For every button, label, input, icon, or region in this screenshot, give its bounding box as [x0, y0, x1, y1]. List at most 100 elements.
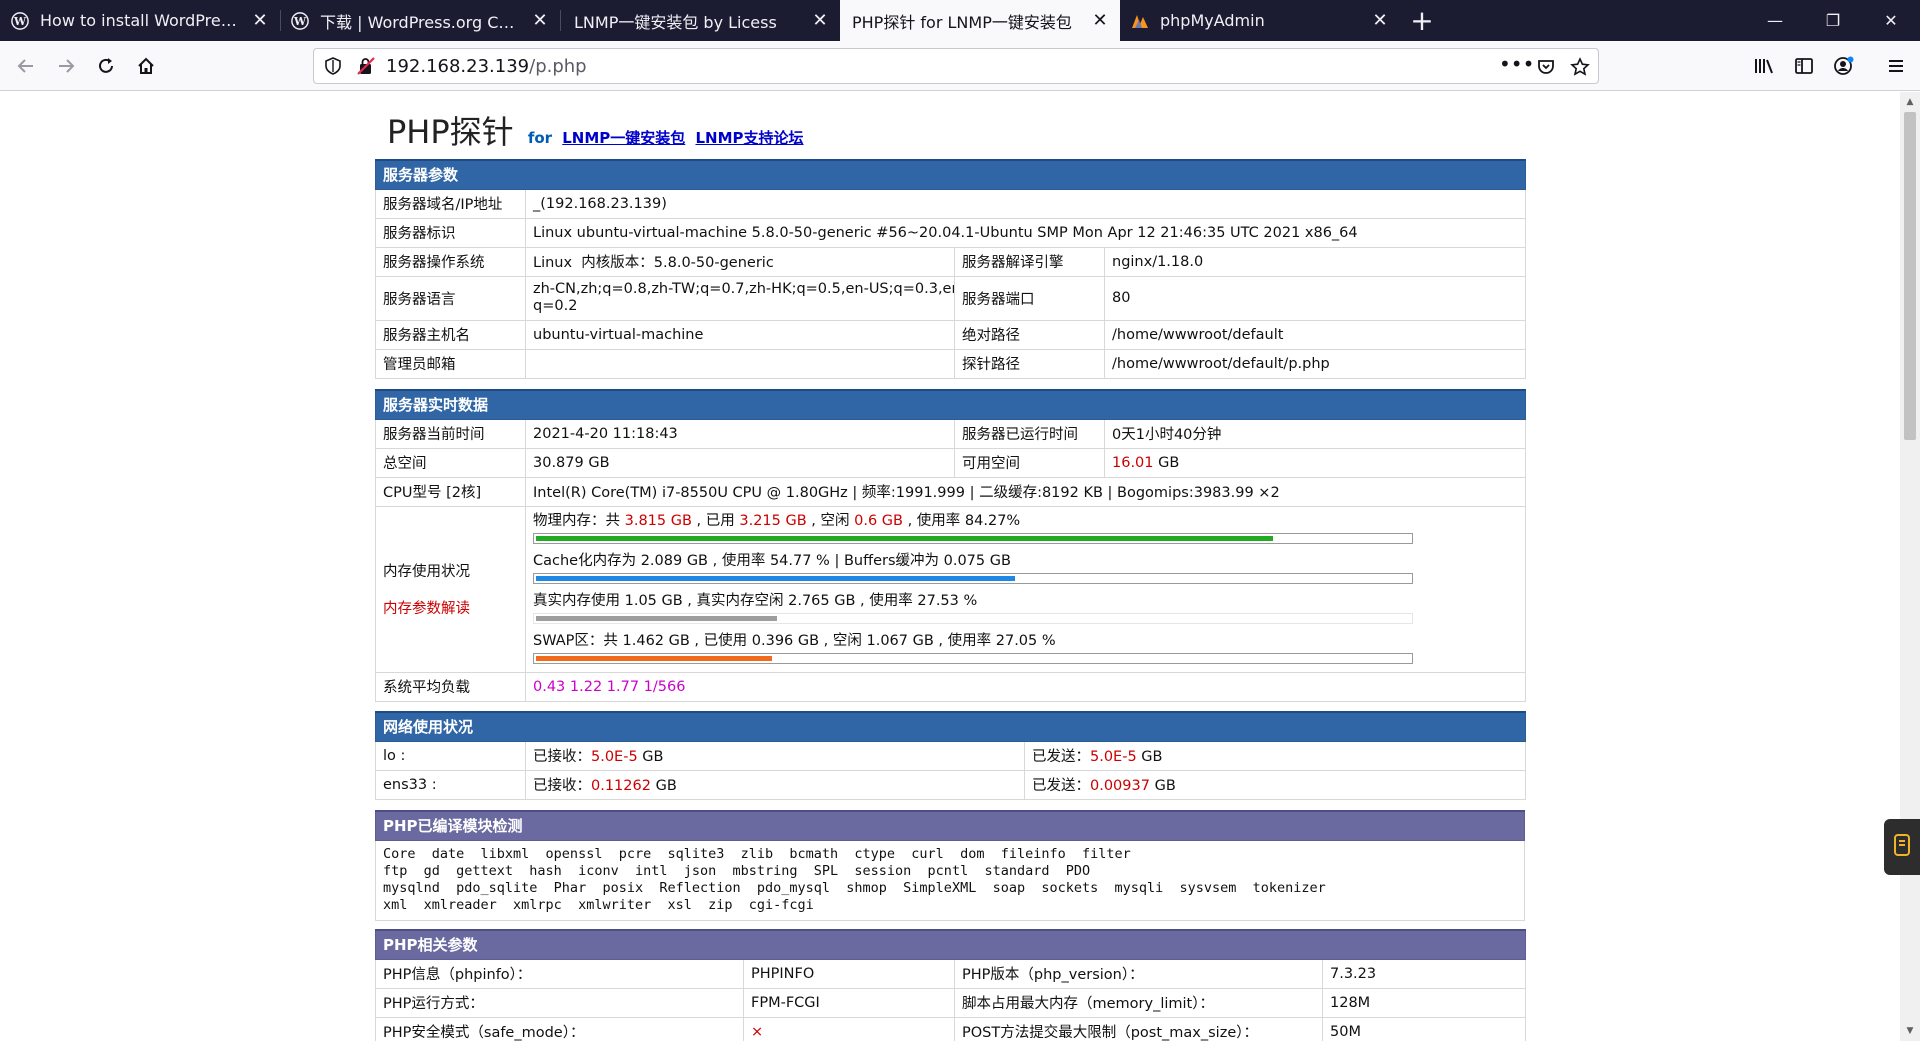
value: Intel(R) Core(TM) i7-8550U CPU @ 1.80GHz… — [524, 476, 1527, 507]
value: Linux ubuntu-virtual-machine 5.8.0-50-ge… — [524, 217, 1527, 248]
real-memory-text: 真实内存使用 1.05 GB , 真实内存空闲 2.765 GB , 使用率 2… — [533, 592, 978, 609]
value: FPM-FCGI — [743, 987, 955, 1018]
label: 管理员邮箱 — [375, 348, 526, 379]
url-text: 192.168.23.139/p.php — [386, 56, 587, 77]
close-tab-icon[interactable]: ✕ — [530, 10, 550, 31]
minimize-icon[interactable]: — — [1746, 0, 1804, 41]
svg-text:W: W — [13, 15, 27, 28]
close-window-icon[interactable]: ✕ — [1862, 0, 1920, 41]
recv-cell: 已接收：5.0E-5 GB — [525, 740, 1025, 771]
home-icon[interactable] — [130, 50, 162, 82]
php-params-table: PHP相关参数 PHP信息（phpinfo）： PHPINFO PHP版本（ph… — [374, 929, 1527, 1041]
close-tab-icon[interactable]: ✕ — [250, 10, 270, 31]
close-tab-icon[interactable]: ✕ — [810, 10, 830, 31]
recv-value: 0.11262 — [591, 778, 651, 794]
label: 探针路径 — [954, 348, 1105, 379]
url-path: /p.php — [529, 56, 587, 77]
tab-lnmp[interactable]: LNMP一键安装包 by Licess ✕ — [560, 0, 840, 41]
label: 服务器操作系统 — [375, 246, 526, 277]
label: PHP运行方式： — [375, 987, 744, 1018]
close-tab-icon[interactable]: ✕ — [1090, 10, 1110, 31]
label: 内存使用状况 内存参数解读 — [375, 505, 526, 673]
server-params-table: 服务器参数 服务器域名/IP地址 _(192.168.23.139) 服务器标识… — [374, 159, 1527, 379]
scrollbar-thumb[interactable] — [1904, 112, 1916, 440]
disabled-mark: × — [743, 1016, 955, 1041]
value: 2021-4-20 11:18:43 — [525, 418, 955, 449]
module-line: xml xmlreader xmlrpc xmlwriter xsl zip c… — [383, 896, 814, 913]
bar-fill — [536, 575, 1015, 581]
page-actions-icon[interactable]: ••• — [1499, 52, 1534, 76]
tab-title: 下载 | WordPress.org China 简 — [320, 12, 522, 32]
insecure-lock-icon[interactable] — [356, 57, 376, 79]
value: 16.01 GB — [1103, 447, 1527, 478]
close-tab-icon[interactable]: ✕ — [1370, 10, 1390, 31]
reload-icon[interactable] — [90, 50, 122, 82]
tab-title: LNMP一键安装包 by Licess — [574, 12, 777, 32]
value: _(192.168.23.139) — [524, 188, 1527, 219]
side-widget-button[interactable] — [1884, 819, 1920, 875]
tab-phpmyadmin[interactable]: phpMyAdmin ✕ — [1120, 0, 1400, 41]
account-icon[interactable] — [1828, 50, 1860, 82]
scroll-down-icon[interactable]: ▼ — [1900, 1021, 1920, 1041]
modules-table: PHP已编译模块检测 Core date libxml openssl pcre… — [375, 810, 1525, 921]
forward-icon[interactable] — [50, 50, 82, 82]
value: 7.3.23 — [1321, 958, 1527, 989]
label: PHP安全模式（safe_mode）： — [375, 1016, 744, 1041]
module-line: Core date libxml openssl pcre sqlite3 zl… — [383, 845, 1131, 862]
page-title-text: PHP探针 — [387, 113, 514, 151]
text: 已接收： — [533, 749, 591, 765]
send-value: 0.00937 — [1090, 778, 1150, 794]
window-controls: — ❐ ✕ — [1746, 0, 1920, 41]
shield-icon[interactable] — [324, 57, 342, 79]
for-text: for — [527, 129, 553, 147]
phpinfo-link[interactable]: PHPINFO — [743, 958, 955, 989]
value: /home/wwwroot/default/p.php — [1103, 348, 1527, 379]
pocket-icon[interactable] — [1536, 57, 1556, 81]
value: zh-CN,zh;q=0.8,zh-TW;q=0.7,zh-HK;q=0.5,e… — [525, 275, 955, 321]
value: 0天1小时40分钟 — [1103, 418, 1527, 449]
scroll-up-icon[interactable]: ▲ — [1900, 92, 1920, 112]
vertical-scrollbar[interactable]: ▲ ▼ — [1900, 92, 1920, 1041]
send-cell: 已发送：5.0E-5 GB — [1023, 740, 1527, 771]
memory-help-link[interactable]: 内存参数解读 — [383, 597, 518, 618]
lnmp-forum-link[interactable]: LNMP支持论坛 — [695, 129, 803, 147]
value — [525, 348, 955, 379]
text: , 空闲 — [806, 512, 855, 529]
text: , 已用 — [691, 512, 740, 529]
lnmp-link[interactable]: LNMP一键安装包 — [562, 129, 685, 147]
menu-icon[interactable] — [1880, 50, 1912, 82]
unit: GB — [650, 778, 677, 794]
label: PHP版本（php_version）： — [954, 958, 1323, 989]
url-bar[interactable]: 192.168.23.139/p.php ••• — [313, 48, 1599, 84]
text: , 使用率 84.27% — [902, 512, 1021, 529]
value: nginx/1.18.0 — [1103, 246, 1527, 277]
restore-icon[interactable]: ❐ — [1804, 0, 1862, 41]
tab-strip: W How to install WordPress | W ✕ W 下载 | … — [0, 0, 1920, 41]
send-value: 5.0E-5 — [1090, 749, 1137, 765]
phys-total: 3.815 GB — [624, 512, 692, 529]
label: 服务器语言 — [375, 275, 526, 321]
label: 绝对路径 — [954, 319, 1105, 350]
new-tab-button[interactable]: + — [1400, 0, 1444, 41]
realtime-table: 服务器实时数据 服务器当前时间 2021-4-20 11:18:43 服务器已运… — [374, 389, 1527, 702]
value: 128M — [1321, 987, 1527, 1018]
wordpress-icon: W — [290, 11, 310, 31]
library-icon[interactable] — [1748, 50, 1780, 82]
tab-title: phpMyAdmin — [1160, 11, 1265, 30]
translate-icon — [1892, 831, 1912, 863]
back-icon[interactable] — [10, 50, 42, 82]
real-memory-bar — [533, 612, 1413, 624]
tab-title: PHP探针 for LNMP一键安装包 — [852, 12, 1072, 32]
send-cell: 已发送：0.00937 GB — [1023, 769, 1527, 800]
tab-php-probe[interactable]: PHP探针 for LNMP一键安装包 ✕ — [840, 0, 1120, 41]
bookmark-star-icon[interactable] — [1570, 57, 1590, 81]
phys-free: 0.6 GB — [854, 512, 903, 529]
iface-label: ens33 : — [375, 769, 526, 800]
text: 已接收： — [533, 778, 591, 794]
label: 服务器标识 — [375, 217, 526, 248]
label: POST方法提交最大限制（post_max_size）： — [954, 1016, 1323, 1041]
tab-wordpress-install[interactable]: W How to install WordPress | W ✕ — [0, 0, 280, 41]
unit: GB — [1136, 749, 1163, 765]
sidebar-icon[interactable] — [1788, 50, 1820, 82]
tab-wordpress-china[interactable]: W 下载 | WordPress.org China 简 ✕ — [280, 0, 560, 41]
